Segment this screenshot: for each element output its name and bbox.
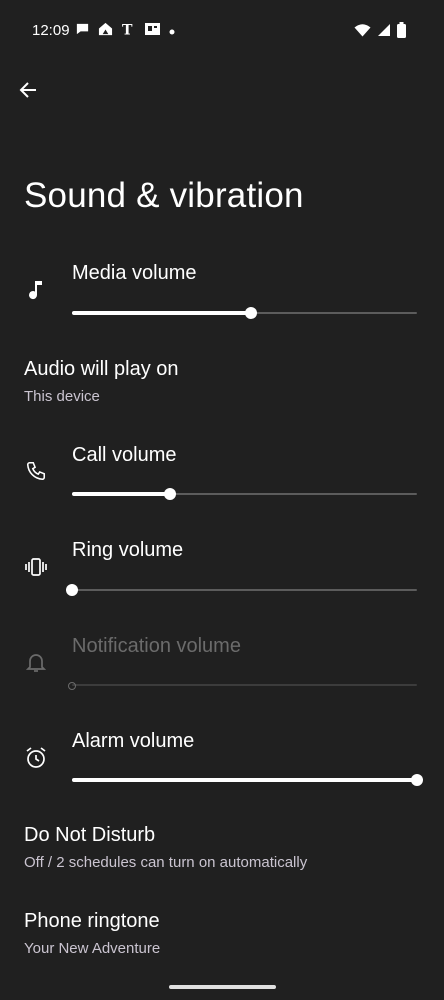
phone-icon (24, 459, 48, 483)
slider-track (72, 684, 417, 686)
audio-output-row[interactable]: Audio will play on This device (0, 350, 444, 412)
media-volume-label: Media volume (72, 262, 197, 284)
notification-icons: T (75, 22, 175, 40)
slider-thumb[interactable] (245, 307, 258, 319)
battery-icon (397, 21, 406, 43)
notification-volume-label: Notification volume (72, 635, 241, 657)
dnd-title: Do Not Disturb (24, 824, 156, 846)
system-icons (354, 21, 406, 43)
slider-track (72, 589, 417, 591)
home-app-icon (98, 21, 113, 41)
slider-thumb[interactable] (164, 488, 177, 500)
call-volume-label: Call volume (72, 444, 177, 466)
alarm-volume-label: Alarm volume (72, 730, 195, 752)
bell-icon (24, 651, 48, 675)
phone-ringtone-row[interactable]: Phone ringtone Your New Adventure (0, 902, 444, 966)
slider-fill (72, 492, 171, 496)
alarm-volume-slider[interactable] (72, 770, 423, 790)
vibrate-icon (24, 555, 48, 579)
slider-thumb (68, 681, 76, 690)
call-volume-slider[interactable] (72, 484, 417, 504)
dnd-subtitle: Off / 2 schedules can turn on automatica… (24, 854, 308, 871)
wifi-icon (354, 23, 371, 42)
status-time: 12:09 (32, 22, 70, 39)
cell-signal-icon (377, 23, 391, 42)
svg-text:T: T (122, 22, 133, 36)
notification-volume-slider (68, 675, 417, 695)
chat-bubble-icon (75, 21, 90, 41)
news-paper-icon (144, 21, 161, 42)
news-t-icon: T (121, 21, 136, 42)
ringtone-title: Phone ringtone (24, 910, 160, 932)
slider-fill (72, 778, 417, 782)
ring-volume-slider[interactable] (66, 580, 417, 600)
audio-output-subtitle: This device (24, 388, 100, 405)
status-bar: 12:09 T (0, 0, 444, 62)
do-not-disturb-row[interactable]: Do Not Disturb Off / 2 schedules can tur… (0, 816, 444, 880)
music-note-icon (24, 278, 48, 302)
audio-output-title: Audio will play on (24, 358, 179, 380)
alarm-clock-icon (24, 746, 48, 770)
dot-icon (169, 22, 175, 40)
arrow-left-icon (18, 80, 38, 105)
slider-thumb[interactable] (411, 774, 423, 786)
ring-volume-label: Ring volume (72, 539, 184, 561)
back-button[interactable] (14, 78, 42, 106)
ringtone-subtitle: Your New Adventure (24, 940, 161, 957)
media-volume-slider[interactable] (72, 303, 417, 323)
slider-fill (72, 311, 252, 315)
page-title: Sound & vibration (24, 176, 304, 215)
slider-thumb[interactable] (66, 584, 78, 596)
gesture-nav-handle[interactable] (169, 985, 276, 989)
